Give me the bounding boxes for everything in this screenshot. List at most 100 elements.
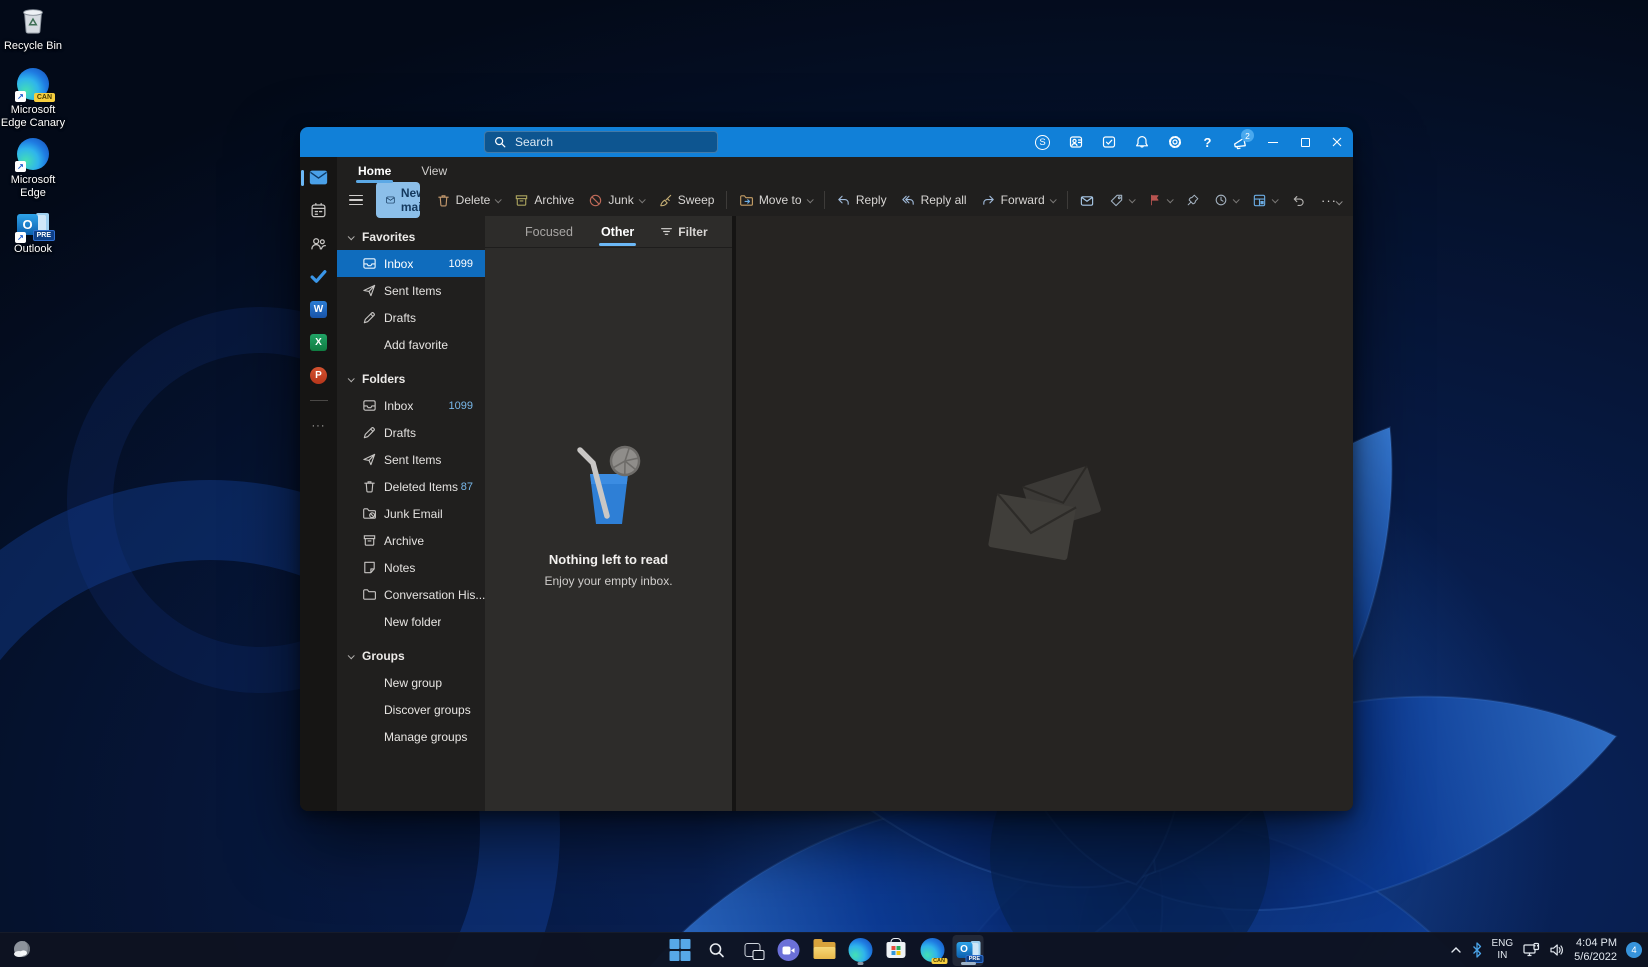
new-folder-button[interactable]: New folder (337, 608, 485, 635)
recycle-bin-icon (18, 2, 48, 36)
archive-icon (361, 533, 377, 548)
flag-button[interactable] (1141, 189, 1179, 211)
new-mail-button[interactable]: New mail (376, 182, 420, 218)
chevron-up-icon (1450, 946, 1462, 954)
mail-module-button[interactable] (308, 167, 330, 187)
folder-item-sent-favorite[interactable]: Sent Items (337, 277, 485, 304)
tab-other[interactable]: Other (599, 219, 636, 245)
archive-button[interactable]: Archive (507, 189, 581, 212)
new-group-button[interactable]: New group (337, 669, 485, 696)
shortcut-arrow-icon: ↗ (15, 91, 26, 102)
start-button[interactable] (665, 935, 696, 966)
hidden-icons-button[interactable] (1450, 946, 1462, 954)
send-icon (361, 283, 377, 298)
task-view-button[interactable] (737, 935, 768, 966)
skype-button[interactable]: S (1026, 127, 1059, 157)
section-favorites[interactable]: Favorites (337, 224, 485, 250)
minimize-button[interactable] (1257, 127, 1289, 157)
empty-reading-envelopes-illustration (980, 459, 1110, 569)
volume-button[interactable] (1549, 942, 1565, 958)
move-to-button[interactable]: Move to (732, 189, 819, 212)
inbox-icon (361, 256, 377, 271)
notifications-button[interactable] (1125, 127, 1158, 157)
delete-button[interactable]: Delete (429, 189, 508, 212)
tab-home[interactable]: Home (356, 160, 393, 182)
taskbar-search-button[interactable] (701, 935, 732, 966)
desktop-icon-edge[interactable]: ↗ Microsoft Edge (0, 136, 66, 200)
search-input[interactable] (515, 135, 709, 149)
edge-canary-taskbar-button[interactable]: CAN (917, 935, 948, 966)
folder-item-inbox[interactable]: Inbox 1099 (337, 392, 485, 419)
maximize-button[interactable] (1289, 127, 1321, 157)
undo-button[interactable] (1284, 189, 1313, 212)
feedback-button[interactable]: 2 (1224, 127, 1257, 157)
excel-app-button[interactable]: X (308, 332, 330, 352)
folder-item-archive[interactable]: Archive (337, 527, 485, 554)
edge-taskbar-button[interactable] (845, 935, 876, 966)
network-button[interactable] (1522, 942, 1540, 958)
word-app-button[interactable]: W (308, 299, 330, 319)
tab-focused[interactable]: Focused (523, 219, 575, 245)
filter-button[interactable]: Filter (660, 225, 707, 239)
folder-item-drafts-favorite[interactable]: Drafts (337, 304, 485, 331)
junk-button[interactable]: Junk (581, 189, 650, 212)
read-unread-button[interactable] (1072, 189, 1102, 212)
categorize-button[interactable] (1102, 189, 1141, 212)
section-groups[interactable]: Groups (337, 643, 485, 669)
folder-item-deleted[interactable]: Deleted Items 87 (337, 473, 485, 500)
search-box[interactable] (484, 131, 718, 153)
unread-count: 1099 (449, 400, 485, 412)
window-titlebar[interactable]: S (300, 127, 1353, 157)
ribbon-collapse-button[interactable] (1336, 192, 1341, 210)
forward-button[interactable]: Forward (974, 189, 1062, 212)
file-explorer-button[interactable] (809, 935, 840, 966)
folder-item-notes[interactable]: Notes (337, 554, 485, 581)
tab-view[interactable]: View (419, 160, 449, 182)
folder-item-junk[interactable]: Junk Email (337, 500, 485, 527)
canary-badge: CAN (931, 958, 947, 964)
settings-button[interactable] (1158, 127, 1191, 157)
desktop-icon-recycle-bin[interactable]: Recycle Bin (0, 2, 66, 53)
folder-item-sent[interactable]: Sent Items (337, 446, 485, 473)
folder-item-conversation-history[interactable]: Conversation His... (337, 581, 485, 608)
search-icon (707, 941, 725, 959)
folder-item-drafts[interactable]: Drafts (337, 419, 485, 446)
shortcut-arrow-icon: ↗ (15, 232, 26, 243)
sweep-button[interactable]: Sweep (651, 189, 722, 212)
section-folders[interactable]: Folders (337, 366, 485, 392)
my-day-button[interactable] (1092, 127, 1125, 157)
reply-button[interactable]: Reply (829, 189, 894, 212)
outlook-taskbar-button[interactable]: O PRE (953, 935, 984, 966)
pin-button[interactable] (1179, 189, 1207, 211)
teams-button[interactable] (1059, 127, 1092, 157)
powerpoint-app-button[interactable]: P (308, 365, 330, 385)
notes-icon (361, 560, 377, 575)
more-apps-button[interactable]: ··· (308, 416, 330, 436)
titlebar-icon-group: S (1026, 127, 1353, 157)
language-indicator[interactable]: ENGIN (1492, 938, 1514, 963)
store-button[interactable] (881, 935, 912, 966)
calendar-icon (310, 202, 327, 219)
widgets-weather-button[interactable] (10, 938, 34, 962)
desktop-icon-edge-canary[interactable]: ↗ CAN Microsoft Edge Canary (0, 66, 66, 130)
add-favorite-button[interactable]: Add favorite (337, 331, 485, 358)
help-button[interactable]: ? (1191, 127, 1224, 157)
people-module-button[interactable] (308, 233, 330, 253)
notification-count-badge[interactable]: 4 (1626, 942, 1642, 958)
desktop-icon-outlook[interactable]: O ↗ PRE Outlook (0, 205, 66, 256)
clock-date[interactable]: 4:04 PM 5/6/2022 (1574, 936, 1617, 965)
folder-item-inbox-favorite[interactable]: Inbox 1099 (337, 250, 485, 277)
bluetooth-button[interactable] (1471, 942, 1483, 958)
manage-groups-button[interactable]: Manage groups (337, 723, 485, 750)
minimize-icon (1268, 142, 1278, 143)
chat-button[interactable] (773, 935, 804, 966)
close-button[interactable] (1321, 127, 1353, 157)
snooze-button[interactable] (1207, 189, 1245, 211)
discover-groups-button[interactable]: Discover groups (337, 696, 485, 723)
rules-button[interactable] (1245, 189, 1284, 212)
desktop-icon-label: Microsoft Edge (0, 174, 66, 200)
todo-module-button[interactable] (308, 266, 330, 286)
folder-pane-toggle-button[interactable] (347, 195, 371, 206)
calendar-module-button[interactable] (308, 200, 330, 220)
reply-all-button[interactable]: Reply all (894, 189, 974, 212)
